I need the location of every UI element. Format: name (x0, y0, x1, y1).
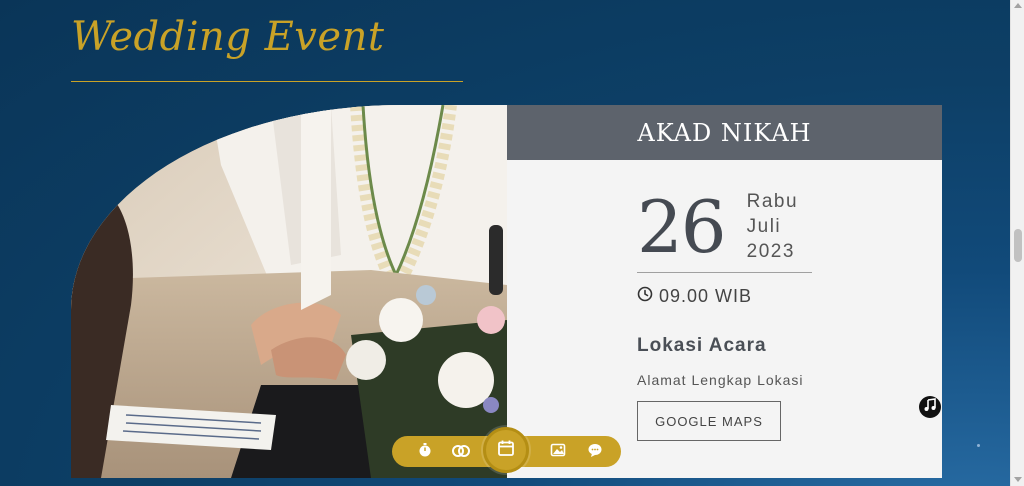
title-divider (71, 81, 463, 82)
couple-rings-icon (451, 442, 471, 463)
page-scrollbar[interactable] (1010, 0, 1024, 486)
stopwatch-icon (417, 442, 433, 463)
ceremony-photo (71, 105, 507, 478)
google-maps-button[interactable]: GOOGLE MAPS (637, 401, 781, 441)
scroll-down-icon[interactable] (1014, 477, 1022, 482)
music-toggle-button[interactable] (919, 396, 941, 418)
event-time: 09.00 WIB (637, 286, 752, 307)
music-note-icon (923, 397, 937, 417)
location-title: Lokasi Acara (637, 335, 767, 356)
event-month: Juli (746, 216, 782, 237)
event-card: AKAD NIKAH 26 Rabu Juli 2023 09.00 WIB L… (507, 105, 942, 478)
nav-couple-button[interactable] (451, 442, 471, 462)
section-title: Wedding Event (71, 14, 385, 60)
scroll-thumb[interactable] (1014, 229, 1022, 262)
nav-wishes-button[interactable] (585, 442, 605, 462)
event-date-meta: Rabu Juli 2023 (747, 189, 798, 264)
nav-event-button[interactable] (483, 427, 529, 473)
clock-icon (637, 286, 653, 307)
location-address: Alamat Lengkap Lokasi (637, 372, 804, 388)
event-year: 2023 (746, 241, 795, 262)
background-sparkle (977, 444, 980, 447)
event-day: 26 (637, 185, 727, 269)
chat-bubble-icon (587, 442, 603, 463)
gallery-icon (550, 442, 566, 463)
event-card-header: AKAD NIKAH (507, 105, 942, 160)
event-weekday: Rabu (746, 191, 799, 212)
ceremony-photo-illustration (71, 105, 507, 478)
nav-countdown-button[interactable] (415, 442, 435, 462)
event-title: AKAD NIKAH (637, 118, 812, 147)
event-date: 26 Rabu Juli 2023 (637, 187, 798, 267)
calendar-icon (497, 439, 515, 462)
nav-gallery-button[interactable] (548, 442, 568, 462)
date-divider (637, 272, 812, 273)
scroll-up-icon[interactable] (1014, 3, 1022, 8)
event-time-text: 09.00 WIB (659, 286, 753, 306)
